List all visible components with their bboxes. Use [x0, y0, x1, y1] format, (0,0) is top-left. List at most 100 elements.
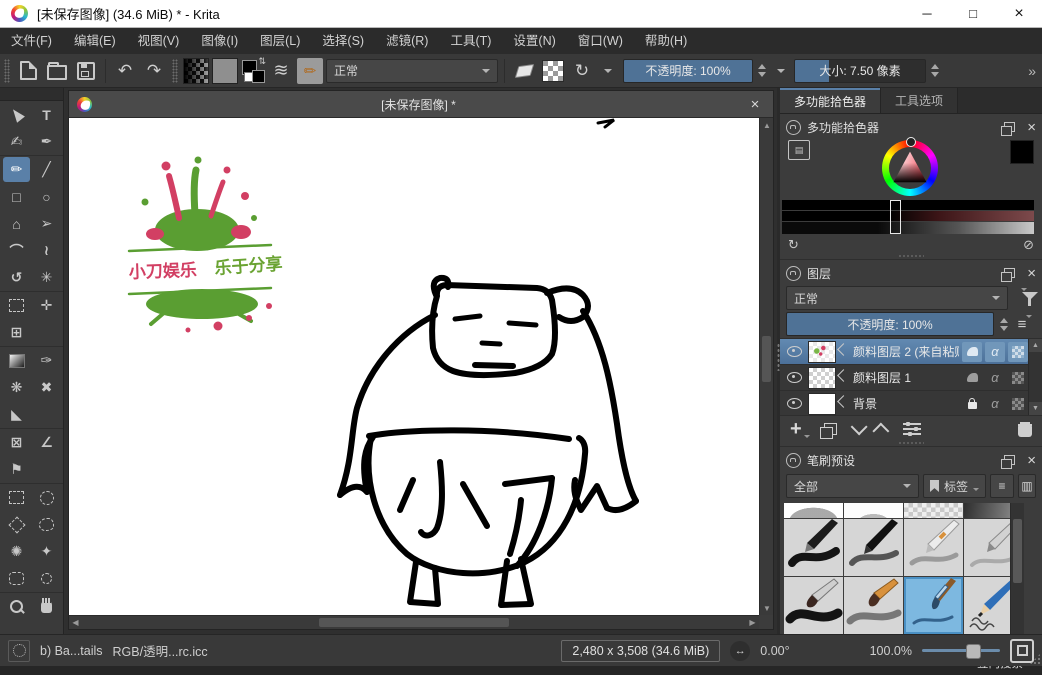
layer-list-scrollbar[interactable]: ▲ ▼: [1028, 339, 1042, 415]
alpha-lock-toggle[interactable]: α: [985, 394, 1005, 414]
rect-select-tool[interactable]: [3, 485, 30, 510]
magic-wand-select-tool[interactable]: ✺: [3, 539, 30, 564]
reload-dropdown-caret[interactable]: [604, 69, 612, 73]
freehand-select-tool[interactable]: [33, 512, 60, 537]
lock-icon[interactable]: [786, 266, 801, 281]
similar-color-select-tool[interactable]: ✦: [33, 539, 60, 564]
ellipse-select-tool[interactable]: [33, 485, 60, 510]
layer-alpha-toggle[interactable]: [1008, 394, 1028, 414]
layer-properties-button[interactable]: [903, 422, 921, 436]
float-panel-icon[interactable]: [1004, 455, 1015, 465]
select-shapes-tool[interactable]: [3, 102, 30, 127]
layer-thumbnail[interactable]: [808, 393, 836, 415]
multibrush-tool[interactable]: ✳: [33, 265, 60, 290]
calligraphy-tool[interactable]: ✒: [33, 129, 60, 154]
preset-paint-brush-orange[interactable]: [844, 577, 903, 634]
duplicate-layer-button[interactable]: [824, 423, 837, 435]
float-panel-icon[interactable]: [1004, 122, 1015, 132]
close-panel-icon[interactable]: ×: [1027, 266, 1036, 281]
selector-settings-button[interactable]: ▤: [788, 140, 810, 160]
shade-selector-bars[interactable]: [782, 200, 1034, 234]
tab-tool-options[interactable]: 工具选项: [880, 88, 958, 113]
redo-button[interactable]: ↷: [141, 58, 167, 84]
zoom-level[interactable]: 100.0%: [870, 644, 912, 658]
ellipse-tool[interactable]: ○: [33, 184, 60, 209]
opacity-slider[interactable]: 不透明度: 100%: [623, 59, 753, 83]
fill-tool[interactable]: ◣: [3, 402, 30, 427]
float-panel-icon[interactable]: [1004, 268, 1015, 278]
alpha-lock-toggle[interactable]: α: [985, 342, 1005, 362]
subwindow-close-button[interactable]: ×: [745, 96, 765, 113]
canvas-viewport[interactable]: 小刀娱乐 乐于分享: [69, 118, 759, 615]
brush-diameter-icon[interactable]: ↔: [730, 641, 750, 661]
canvas-horizontal-scrollbar[interactable]: ◀ ▶: [69, 615, 759, 629]
magnetic-select-tool[interactable]: [33, 566, 60, 591]
move-layer-down-button[interactable]: [850, 418, 867, 435]
layer-thumbnail[interactable]: [808, 367, 836, 389]
bezier-curve-tool[interactable]: ⌒: [3, 238, 30, 263]
layer-filter-button[interactable]: [1012, 291, 1036, 305]
menu-window[interactable]: 窗口(W): [567, 28, 634, 54]
menu-layer[interactable]: 图层(L): [249, 28, 311, 54]
save-button[interactable]: [73, 58, 99, 84]
freehand-path-tool[interactable]: ≀: [33, 238, 60, 263]
canvas-rotation-angle[interactable]: 0.00°: [760, 644, 789, 658]
line-tool[interactable]: ╱: [33, 157, 60, 182]
polygon-tool[interactable]: ⌂: [3, 211, 30, 236]
menu-file[interactable]: 文件(F): [0, 28, 63, 54]
add-layer-button[interactable]: +: [790, 420, 810, 438]
opacity-dropdown-caret[interactable]: [777, 69, 785, 73]
polyline-tool[interactable]: ➢: [33, 211, 60, 236]
measure-tool[interactable]: ∠: [33, 430, 60, 455]
enclose-fill-tool[interactable]: ⊠: [3, 430, 30, 455]
scroll-right-icon[interactable]: ▶: [746, 616, 759, 629]
color-profile[interactable]: RGB/透明...rc.icc: [113, 641, 208, 660]
zoom-slider-handle[interactable]: [966, 644, 981, 659]
close-panel-icon[interactable]: ×: [1027, 120, 1036, 135]
color-history-button[interactable]: ↻: [788, 237, 799, 253]
preset-scroll-thumb[interactable]: [1013, 519, 1022, 583]
preset-watercolor-brush-selected[interactable]: [904, 577, 963, 634]
opacity-spinner[interactable]: [756, 64, 768, 77]
shade-bar-3[interactable]: [782, 222, 1034, 234]
visibility-icon[interactable]: [787, 398, 802, 409]
preset-sketch-pen-white[interactable]: [904, 519, 963, 576]
layer-alpha-toggle[interactable]: [1008, 368, 1028, 388]
eraser-mode-button[interactable]: [511, 58, 537, 84]
menu-settings[interactable]: 设置(N): [502, 28, 566, 54]
lock-icon[interactable]: [786, 120, 801, 135]
menu-tools[interactable]: 工具(T): [439, 28, 502, 54]
close-button[interactable]: ×: [996, 0, 1042, 27]
minimize-button[interactable]: ─: [904, 0, 950, 27]
tag-button[interactable]: 标签: [923, 474, 986, 498]
canvas-size-indicator[interactable]: 2,480 x 3,508 (34.6 MiB): [561, 640, 720, 662]
lock-icon[interactable]: [786, 453, 801, 468]
alpha-lock-toggle[interactable]: α: [985, 368, 1005, 388]
maximize-button[interactable]: □: [950, 0, 996, 27]
menu-help[interactable]: 帮助(H): [634, 28, 698, 54]
layer-row-paint-1[interactable]: 颜料图层 1 α: [780, 365, 1042, 391]
scroll-up-icon[interactable]: ▲: [1029, 339, 1042, 352]
color-wheel[interactable]: [882, 140, 938, 196]
preset-texture-patch[interactable]: [904, 503, 963, 518]
scroll-up-icon[interactable]: ▲: [760, 118, 774, 132]
current-color-swatch[interactable]: [1010, 140, 1034, 164]
pattern-swatch-button[interactable]: [212, 58, 238, 84]
visibility-icon[interactable]: [787, 372, 802, 383]
hue-selector-knob[interactable]: [906, 137, 916, 147]
layer-menu-button[interactable]: ≡: [1014, 316, 1036, 333]
gradient-swatch-button[interactable]: [183, 58, 209, 84]
new-document-button[interactable]: [15, 58, 41, 84]
preset-eraser-circle[interactable]: [784, 503, 843, 518]
preset-view-button[interactable]: ▥: [1018, 474, 1036, 498]
preset-eraser-soft[interactable]: [844, 503, 903, 518]
toolbar-grip-2[interactable]: [172, 59, 178, 83]
reference-images-tool[interactable]: ⚑: [3, 457, 30, 482]
current-brush-name[interactable]: b) Ba...tails: [40, 644, 103, 658]
menu-filter[interactable]: 滤镜(R): [375, 28, 439, 54]
visibility-icon[interactable]: [787, 346, 802, 357]
text-tool[interactable]: T: [33, 102, 60, 127]
delete-layer-button[interactable]: [1018, 422, 1032, 437]
preserve-alpha-button[interactable]: [540, 58, 566, 84]
horizontal-scroll-thumb[interactable]: [319, 618, 509, 627]
